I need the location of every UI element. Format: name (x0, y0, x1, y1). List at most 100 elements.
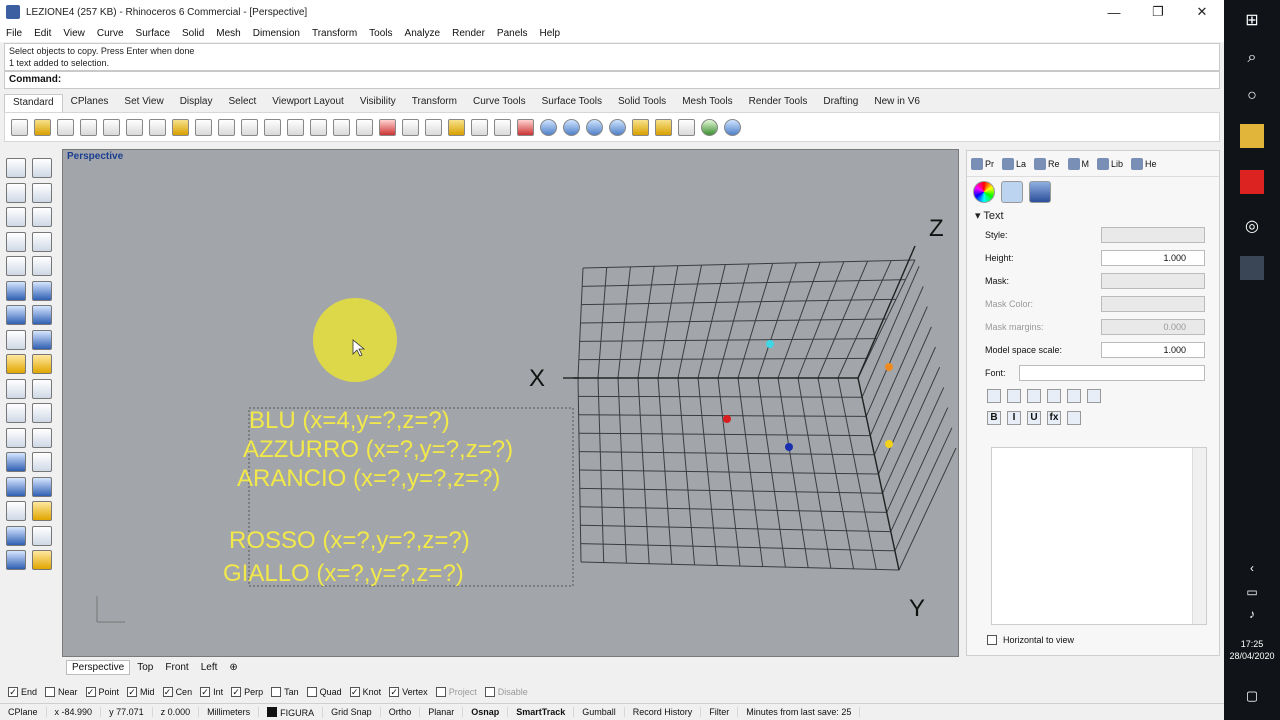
osnap-end[interactable]: ✓ End (8, 687, 37, 697)
fillet-icon[interactable] (32, 256, 52, 276)
units-label[interactable]: Millimeters (199, 707, 260, 717)
copy-icon[interactable] (149, 118, 166, 136)
panel-tab-render[interactable]: Re (1034, 157, 1060, 170)
tab-cplanes[interactable]: CPlanes (63, 94, 117, 112)
osnap-checkbox[interactable]: ✓ (200, 687, 211, 697)
color-wheel-icon[interactable] (540, 118, 557, 136)
maximize-button[interactable]: ❐ (1136, 0, 1180, 24)
osnap-point[interactable]: ✓ Point (85, 687, 119, 697)
text-properties-icon[interactable] (1001, 181, 1023, 203)
minimize-button[interactable]: — (1092, 0, 1136, 24)
menu-dimension[interactable]: Dimension (253, 28, 300, 39)
layers-icon[interactable] (517, 118, 534, 136)
tab-new-in-v6[interactable]: New in V6 (866, 94, 928, 112)
polyline-icon[interactable] (6, 182, 26, 203)
color-wheel-icon[interactable] (973, 181, 995, 203)
underline-button[interactable]: U (1027, 411, 1041, 425)
tab-visibility[interactable]: Visibility (352, 94, 404, 112)
open-folder-icon[interactable] (34, 118, 51, 136)
menu-edit[interactable]: Edit (34, 28, 51, 39)
light-icon[interactable] (632, 118, 649, 136)
planar-toggle[interactable]: Planar (420, 707, 464, 717)
osnap-tan[interactable]: Tan (271, 687, 299, 697)
group-icon[interactable] (6, 476, 26, 497)
viewport-tab-top[interactable]: Top (132, 661, 158, 674)
tab-surface-tools[interactable]: Surface Tools (534, 94, 610, 112)
gumball-toggle[interactable]: Gumball (574, 707, 625, 717)
point-icon[interactable] (32, 158, 52, 178)
dimension-icon[interactable] (32, 452, 52, 472)
section-header[interactable]: ▾ Text (967, 207, 1219, 224)
new-file-icon[interactable] (11, 118, 28, 136)
align-top-icon[interactable] (1047, 389, 1061, 403)
curve-tools-icon[interactable] (678, 118, 695, 136)
check-icon[interactable] (32, 525, 52, 546)
menu-transform[interactable]: Transform (312, 28, 357, 39)
bold-button[interactable]: B (987, 411, 1001, 425)
save-icon[interactable] (57, 118, 74, 136)
globe-icon[interactable] (701, 118, 718, 136)
print-icon[interactable] (80, 118, 97, 136)
osnap-checkbox[interactable]: ✓ (127, 687, 138, 697)
align-right-icon[interactable] (1027, 389, 1041, 403)
cut-icon[interactable] (126, 118, 143, 136)
toolbox-icon[interactable] (6, 550, 26, 570)
block-icon[interactable] (32, 476, 52, 497)
point-azzurro[interactable] (766, 340, 774, 348)
viewport-tab-front[interactable]: Front (160, 661, 193, 674)
ortho-toggle[interactable]: Ortho (381, 707, 421, 717)
grid-snap-icon[interactable] (402, 118, 419, 136)
chevron-up-icon[interactable]: ‹ (1240, 556, 1264, 580)
command-input[interactable]: Command: (4, 71, 1220, 89)
command-history[interactable]: Select objects to copy. Press Enter when… (4, 43, 1220, 71)
menu-analyze[interactable]: Analyze (405, 28, 441, 39)
menu-curve[interactable]: Curve (97, 28, 124, 39)
explode-icon[interactable] (32, 403, 52, 423)
osnap-toggle[interactable]: Osnap (463, 707, 509, 717)
osnap-checkbox[interactable] (45, 687, 56, 697)
surface-icon[interactable] (6, 280, 26, 301)
osnap-checkbox[interactable] (271, 687, 282, 697)
menu-file[interactable]: File (6, 28, 22, 39)
file-explorer-icon[interactable] (1240, 124, 1264, 148)
osnap-checkbox[interactable]: ✓ (85, 687, 96, 697)
record-history-toggle[interactable]: Record History (625, 707, 702, 717)
point-giallo[interactable] (885, 440, 893, 448)
panel-tab-layers[interactable]: La (1002, 157, 1026, 170)
notifications-icon[interactable]: ▢ (1240, 684, 1264, 708)
point-blu[interactable] (785, 443, 793, 451)
formula-button[interactable]: fx (1047, 411, 1061, 425)
osnap-checkbox[interactable] (435, 687, 446, 697)
split-icon[interactable] (32, 378, 52, 399)
material-sphere-icon[interactable] (586, 118, 603, 136)
viewport-tab-left[interactable]: Left (196, 661, 223, 674)
osnap-near[interactable]: Near (45, 687, 78, 697)
panel-tab-help[interactable]: He (1131, 157, 1157, 170)
text-rosso[interactable]: ROSSO (x=?,y=?,z=?) (229, 527, 470, 554)
circle-icon[interactable] (6, 207, 26, 227)
clock[interactable]: 17:25 28/04/2020 (1224, 638, 1280, 662)
cortana-icon[interactable]: ○ (1240, 84, 1264, 108)
mesh-icon[interactable] (6, 329, 26, 350)
menu-mesh[interactable]: Mesh (216, 28, 240, 39)
tab-mesh-tools[interactable]: Mesh Tools (674, 94, 740, 112)
viewport-tab-perspective[interactable]: Perspective (66, 660, 131, 675)
point-arancio[interactable] (885, 363, 893, 371)
menu-panels[interactable]: Panels (497, 28, 528, 39)
style-dropdown[interactable] (1101, 227, 1205, 243)
select-arrow-icon[interactable] (6, 158, 26, 178)
select-icon[interactable] (448, 118, 465, 136)
osnap-checkbox[interactable] (484, 687, 495, 697)
light-bulb-icon[interactable] (471, 118, 488, 136)
panel-tab-materials[interactable]: M (1067, 157, 1089, 170)
viewport-title[interactable]: Perspective (67, 151, 123, 162)
osnap-perp[interactable]: ✓ Perp (231, 687, 263, 697)
solid-icon[interactable] (32, 305, 52, 325)
insert-field-icon[interactable] (1067, 411, 1081, 425)
options-gear-icon[interactable] (655, 118, 672, 136)
tab-display[interactable]: Display (172, 94, 221, 112)
smarttrack-toggle[interactable]: SmartTrack (508, 707, 575, 717)
add-viewport-icon[interactable]: ⊕ (224, 661, 242, 674)
help-icon[interactable] (724, 118, 741, 136)
cplane-icon[interactable] (379, 118, 396, 136)
